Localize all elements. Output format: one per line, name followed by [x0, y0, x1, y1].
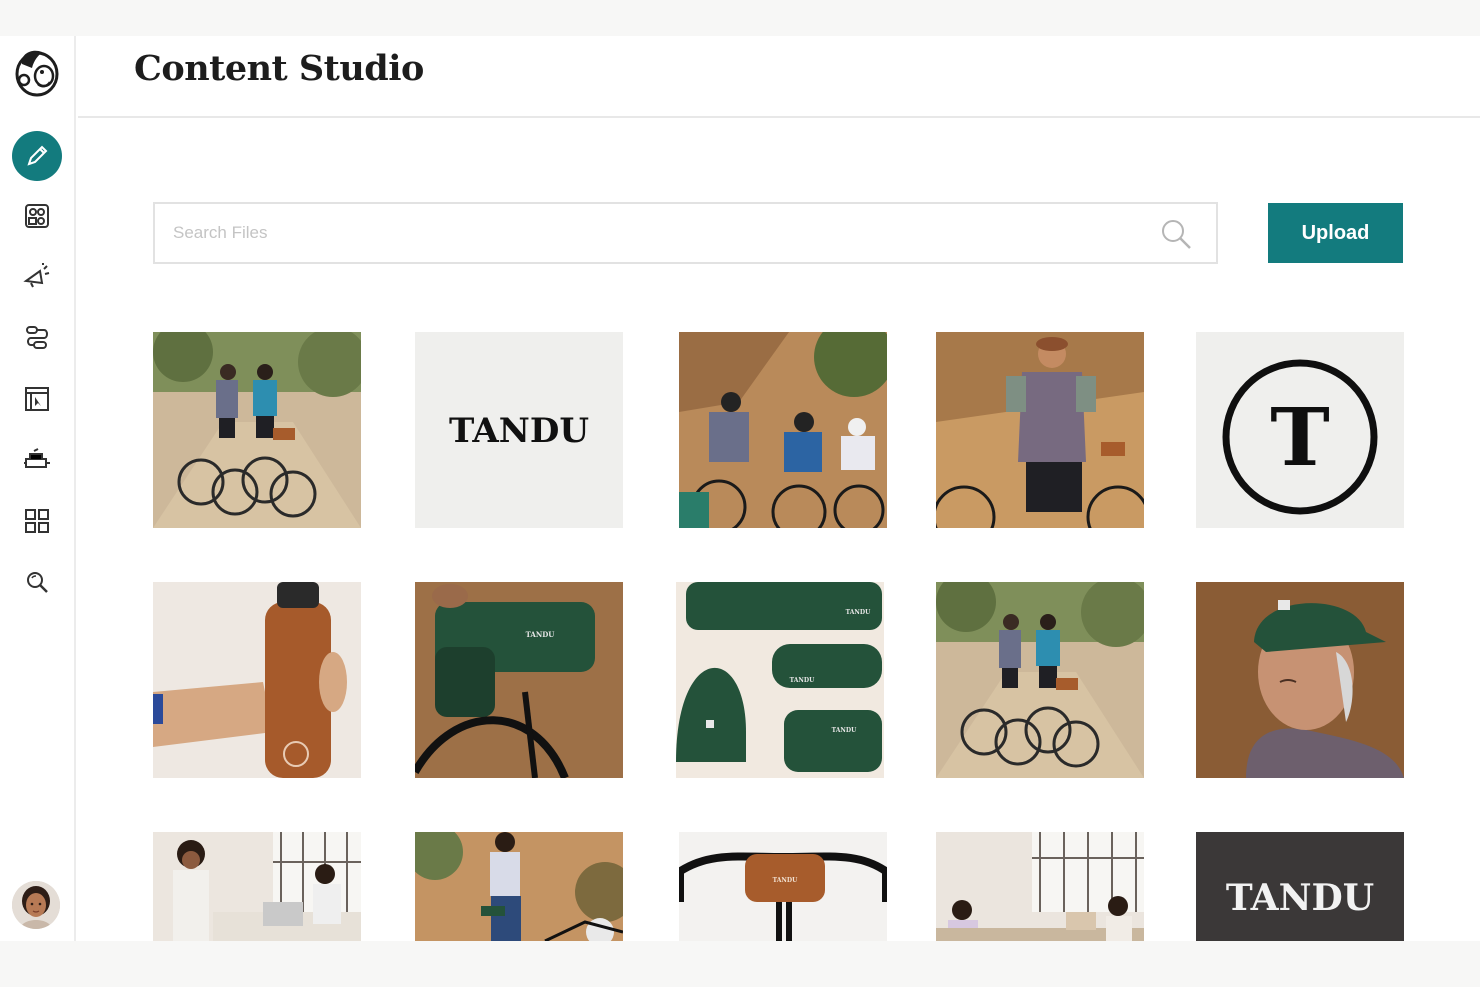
automation-flow-icon [26, 326, 48, 349]
file-thumbnail[interactable] [679, 332, 887, 528]
upload-button[interactable]: Upload [1268, 203, 1403, 263]
file-thumbnail[interactable] [153, 582, 361, 778]
bag-label-text: TANDU [526, 630, 555, 639]
file-thumbnail[interactable] [1196, 582, 1404, 778]
nav-automations[interactable] [12, 313, 62, 363]
search-field[interactable] [153, 202, 1218, 264]
grid-icon [25, 509, 49, 533]
nav-audience[interactable] [12, 191, 62, 241]
app-frame: Content Studio Upload [0, 36, 1480, 941]
audience-icon [25, 204, 49, 228]
website-icon [25, 387, 49, 411]
mailchimp-logo-icon[interactable] [12, 46, 62, 98]
brand-logo-text: TANDU [449, 411, 589, 451]
integrations-icon [24, 448, 50, 468]
brand-logo-text: TANDU [1226, 877, 1374, 919]
file-thumbnail[interactable]: T [1196, 332, 1404, 528]
nav-website[interactable] [12, 374, 62, 424]
file-thumbnail[interactable]: TANDU [415, 332, 623, 528]
search-icon[interactable] [1158, 216, 1194, 252]
file-thumbnail[interactable]: TANDU [679, 832, 887, 941]
page-header: Content Studio [78, 36, 1480, 118]
file-thumbnail[interactable]: TANDU [1196, 832, 1404, 941]
nav-search[interactable] [12, 557, 62, 607]
file-thumbnail[interactable] [936, 832, 1144, 941]
page-title: Content Studio [134, 48, 424, 89]
nav-campaigns[interactable] [12, 251, 62, 301]
bag-label-text: TANDU [790, 677, 815, 684]
file-thumbnail[interactable] [936, 582, 1144, 778]
brand-mark-text: T [1270, 390, 1330, 484]
pencil-icon [27, 145, 48, 166]
file-thumbnail[interactable] [936, 332, 1144, 528]
file-thumbnail[interactable]: TANDU TANDU TANDU [676, 582, 884, 778]
bag-label-text: TANDU [846, 609, 871, 616]
nav-content-studio[interactable] [12, 131, 62, 181]
nav-apps[interactable] [12, 496, 62, 546]
sidebar [0, 36, 76, 941]
search-input[interactable] [173, 204, 1133, 262]
file-thumbnail[interactable] [415, 832, 623, 941]
user-avatar[interactable] [12, 881, 60, 929]
bag-label-text: TANDU [773, 877, 798, 884]
file-thumbnail[interactable]: TANDU [415, 582, 623, 778]
file-thumbnail[interactable] [153, 332, 361, 528]
nav-integrations[interactable] [12, 435, 62, 485]
search-icon [27, 572, 48, 593]
file-thumbnail[interactable] [153, 832, 361, 941]
bag-label-text: TANDU [832, 727, 857, 734]
megaphone-icon [23, 263, 50, 288]
